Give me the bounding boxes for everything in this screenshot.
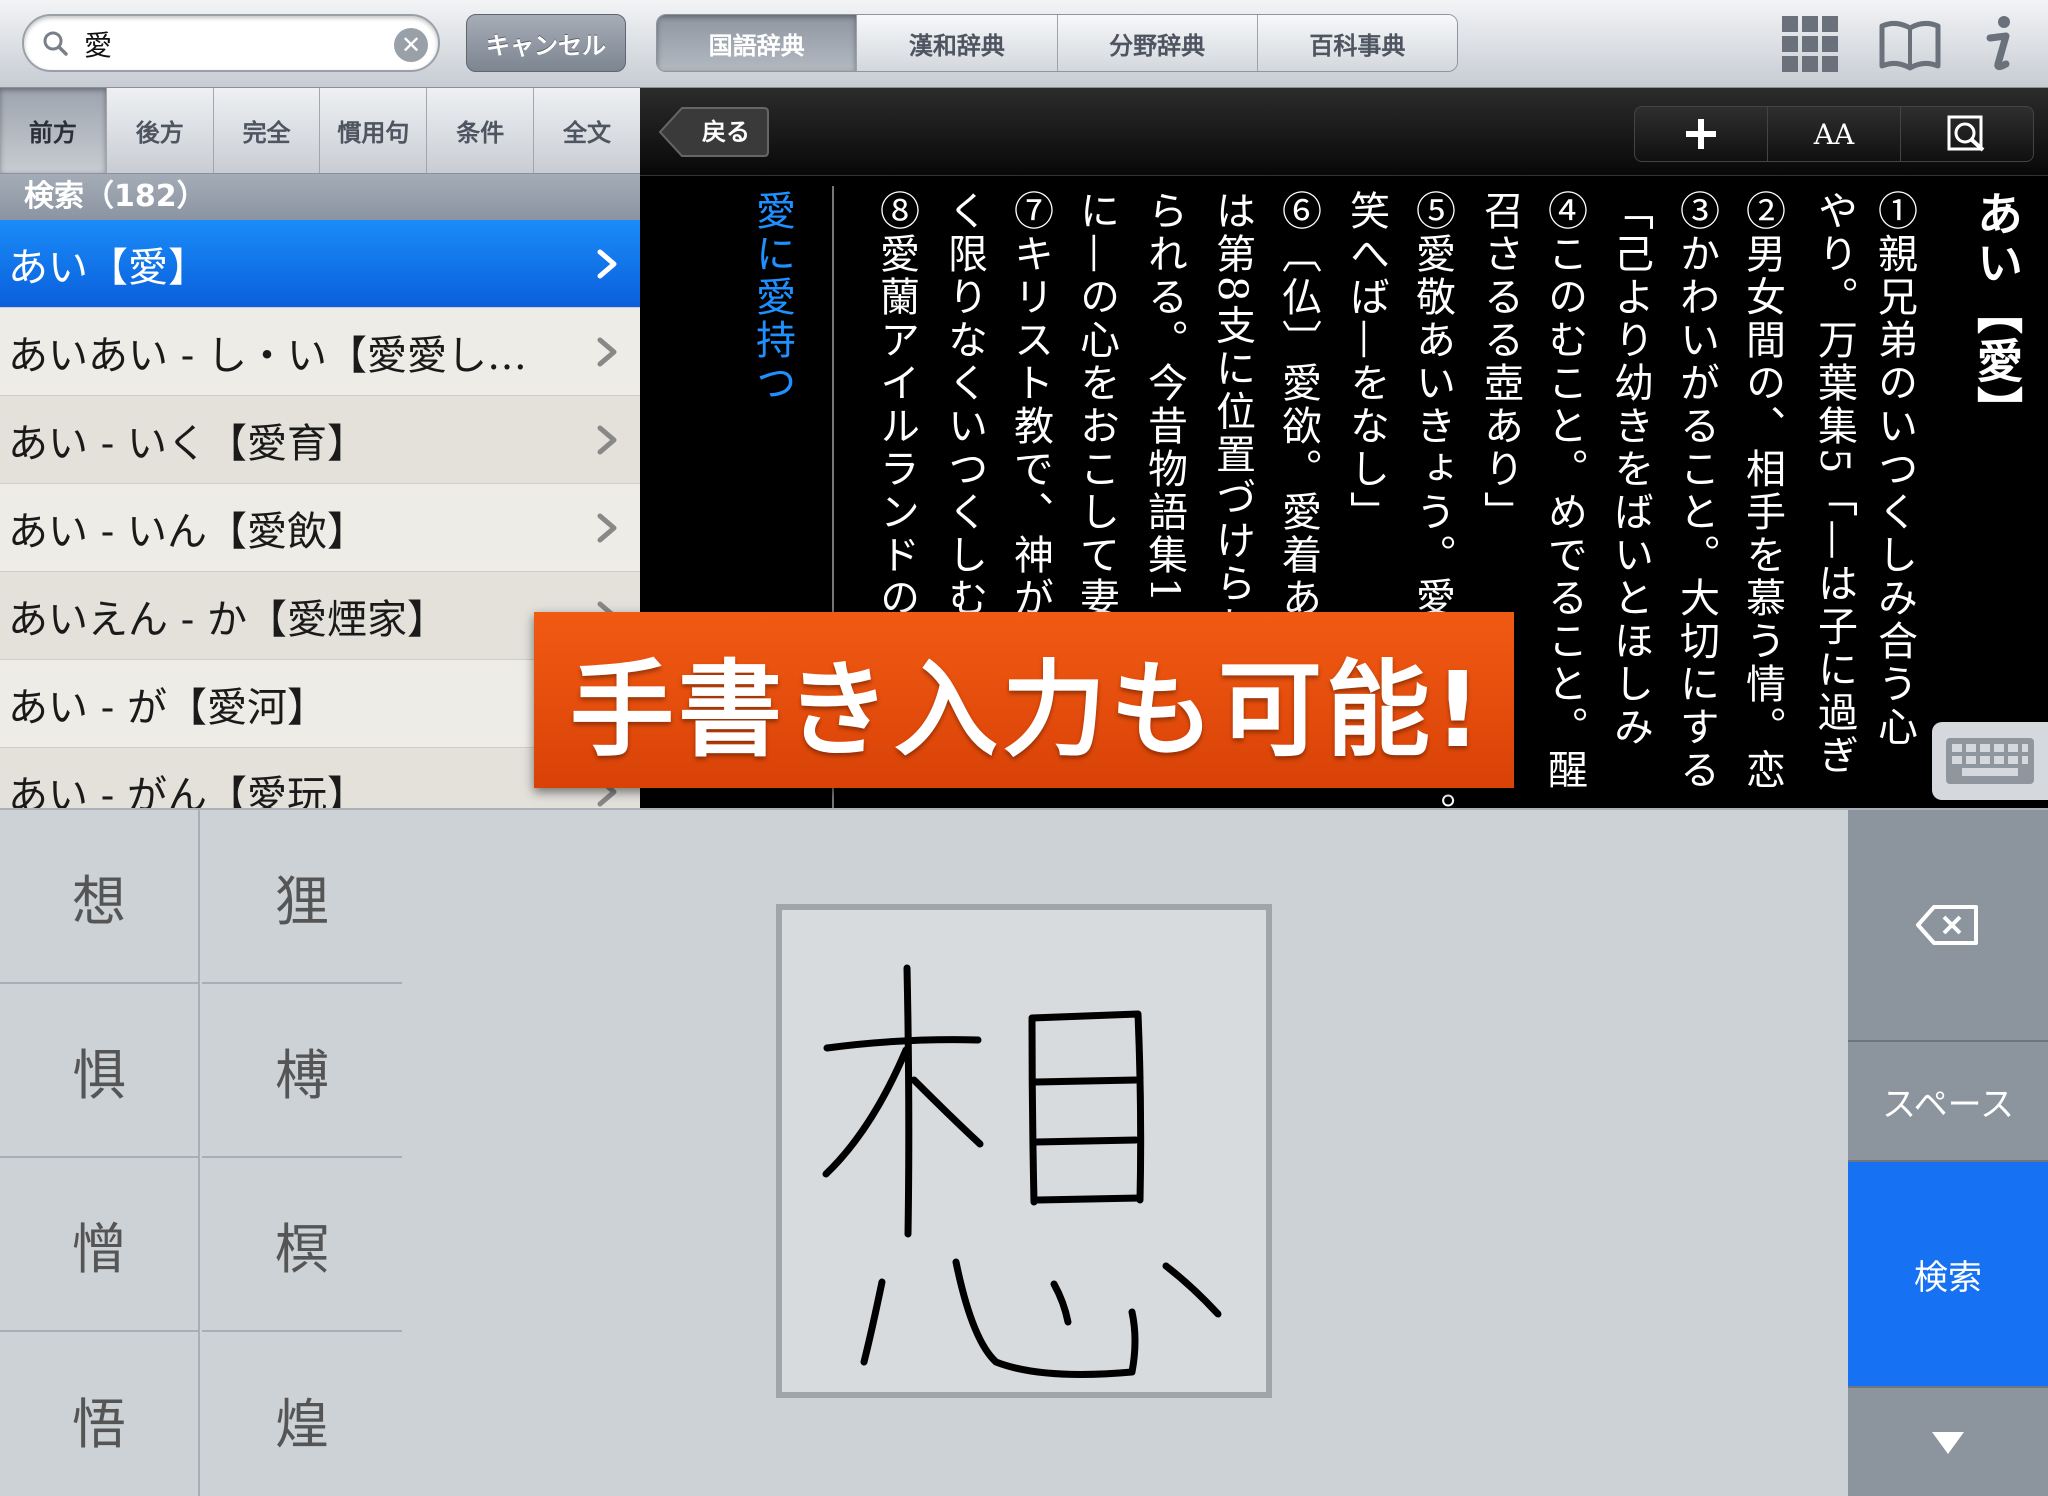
keyboard-side-keys: スペース 検索 bbox=[1848, 810, 2048, 1496]
entry-line: ③かわいがること。大切にする bbox=[1673, 190, 1719, 792]
chevron-right-icon bbox=[597, 337, 617, 367]
list-item[interactable]: あい - いく【愛育】 bbox=[0, 396, 640, 484]
font-size-icon[interactable]: AA bbox=[1768, 107, 1901, 161]
mode-prefix[interactable]: 前方 bbox=[0, 88, 107, 173]
dismiss-keyboard-key[interactable] bbox=[1848, 1388, 2048, 1496]
dictionary-toolbar: 国語辞典 漢和辞典 分野辞典 百科事典 bbox=[640, 0, 2048, 88]
space-key[interactable]: スペース bbox=[1848, 1042, 2048, 1162]
info-icon[interactable] bbox=[1966, 12, 2030, 76]
list-item[interactable]: あい - いん【愛飲】 bbox=[0, 484, 640, 572]
back-button[interactable]: 戻る bbox=[658, 106, 770, 158]
backspace-icon bbox=[1916, 905, 1978, 945]
promo-banner: 手書き入力も可能! bbox=[534, 612, 1514, 788]
dictionary-tabs: 国語辞典 漢和辞典 分野辞典 百科事典 bbox=[656, 14, 1458, 72]
entry-line: 召さるる壺あり」 bbox=[1477, 190, 1523, 534]
candidate-key[interactable]: 悟 bbox=[0, 1332, 200, 1496]
search-page-icon[interactable] bbox=[1901, 107, 2033, 161]
book-icon[interactable] bbox=[1878, 12, 1942, 76]
list-item-label: あい【愛】 bbox=[8, 244, 208, 291]
handwritten-stroke-drawing bbox=[822, 964, 1222, 1378]
list-item-label: あいあい - し・い【愛愛し… bbox=[8, 332, 527, 379]
cancel-button[interactable]: キャンセル bbox=[466, 14, 626, 72]
tab-field-dictionary[interactable]: 分野辞典 bbox=[1057, 15, 1258, 71]
related-entry-link[interactable]: 愛に愛持つ bbox=[749, 190, 795, 405]
entry-line: やり。万葉集5「—は子に過ぎ bbox=[1811, 190, 1857, 778]
candidate-key[interactable]: 煌 bbox=[202, 1332, 402, 1496]
entry-headword: あい【愛】 bbox=[1970, 190, 2024, 435]
candidate-grid: 想 狸 惧 榑 憎 榠 悟 煌 bbox=[0, 810, 402, 1496]
entry-line: ④このむこと。めでること。醒 bbox=[1541, 190, 1587, 792]
candidate-key[interactable]: 榑 bbox=[202, 984, 402, 1158]
mode-suffix[interactable]: 後方 bbox=[107, 88, 214, 173]
candidate-key[interactable]: 想 bbox=[0, 810, 200, 984]
grid-icon[interactable] bbox=[1778, 12, 1842, 76]
candidate-key[interactable]: 榠 bbox=[202, 1158, 402, 1332]
results-header: 検索（182） bbox=[0, 174, 640, 220]
magnifier-icon bbox=[43, 31, 68, 56]
reader-tools: AA bbox=[1634, 106, 2034, 162]
mode-condition[interactable]: 条件 bbox=[427, 88, 535, 173]
entry-line: ①親兄弟のいつくしみ合う心 bbox=[1871, 190, 1917, 749]
entry-line: 笑へば—をなし」 bbox=[1343, 190, 1389, 534]
handwriting-pad[interactable]: 想 bbox=[776, 904, 1272, 1398]
list-item[interactable]: あい【愛】 bbox=[0, 220, 640, 308]
search-mode-bar: 前方 後方 完全 慣用句 条件 全文 bbox=[0, 88, 640, 174]
candidate-key[interactable]: 憎 bbox=[0, 1158, 200, 1332]
candidate-key[interactable]: 惧 bbox=[0, 984, 200, 1158]
list-item-label: あい - がん【愛玩】 bbox=[8, 772, 367, 809]
mode-idiom[interactable]: 慣用句 bbox=[320, 88, 428, 173]
mode-fulltext[interactable]: 全文 bbox=[534, 88, 640, 173]
entry-line: ②男女間の、相手を慕う情。恋 bbox=[1739, 190, 1785, 792]
reader-nav-bar: 戻る AA bbox=[640, 88, 2048, 176]
list-item-label: あい - が【愛河】 bbox=[8, 684, 327, 731]
search-key[interactable]: 検索 bbox=[1848, 1162, 2048, 1388]
search-field[interactable]: ✕ bbox=[22, 14, 440, 72]
tab-japanese-dictionary[interactable]: 国語辞典 bbox=[657, 15, 858, 71]
chevron-right-icon bbox=[597, 425, 617, 455]
plus-icon[interactable] bbox=[1635, 107, 1768, 161]
list-item-label: あいえん - か【愛煙家】 bbox=[8, 596, 447, 643]
handwriting-keyboard: 想 狸 惧 榑 憎 榠 悟 煌 想 bbox=[0, 808, 2048, 1496]
back-label: 戻る bbox=[702, 118, 750, 146]
mode-exact[interactable]: 完全 bbox=[214, 88, 321, 173]
entry-line: 「己より幼きをばいとほしみ bbox=[1607, 190, 1653, 749]
dismiss-keyboard-icon bbox=[1932, 1432, 1964, 1454]
list-item[interactable]: あいあい - し・い【愛愛し… bbox=[0, 308, 640, 396]
tab-kanji-dictionary[interactable]: 漢和辞典 bbox=[857, 15, 1058, 71]
keyboard-icon[interactable] bbox=[1932, 722, 2048, 800]
candidate-key[interactable]: 狸 bbox=[202, 810, 402, 984]
chevron-right-icon bbox=[597, 513, 617, 543]
list-item-label: あい - いく【愛育】 bbox=[8, 420, 367, 467]
search-input[interactable] bbox=[84, 24, 404, 64]
backspace-key[interactable] bbox=[1848, 810, 2048, 1042]
tab-encyclopedia[interactable]: 百科事典 bbox=[1257, 15, 1457, 71]
chevron-right-icon bbox=[597, 249, 617, 279]
clear-icon[interactable]: ✕ bbox=[394, 28, 428, 62]
list-item-label: あい - いん【愛飲】 bbox=[8, 508, 367, 555]
font-size-label: AA bbox=[1813, 117, 1855, 151]
search-bar: ✕ キャンセル bbox=[0, 0, 640, 88]
